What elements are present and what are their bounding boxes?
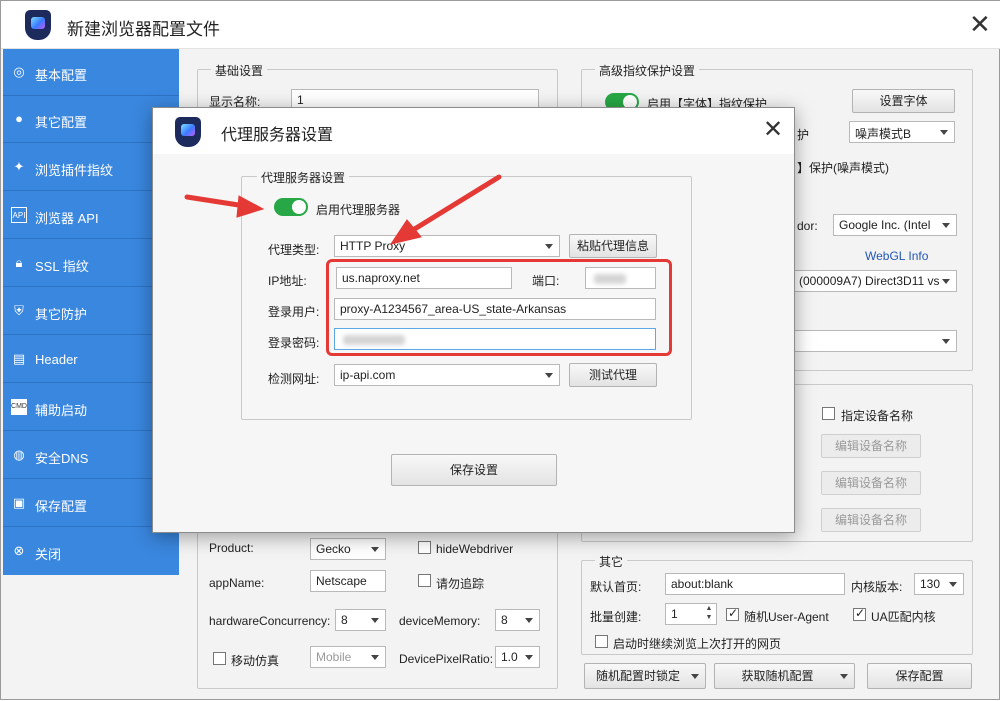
main-window: 新建浏览器配置文件 ✕ ◎ 基本配置 ● 其它配置 ✦ 浏览插件指纹 API 浏览器 A… xyxy=(0,0,1000,700)
arrow-to-fields xyxy=(410,174,502,233)
arrow-to-toggle xyxy=(184,194,248,209)
annotation-arrows xyxy=(184,174,502,245)
arrow-head-toggle xyxy=(236,195,265,218)
arrow-head-fields xyxy=(389,219,422,245)
